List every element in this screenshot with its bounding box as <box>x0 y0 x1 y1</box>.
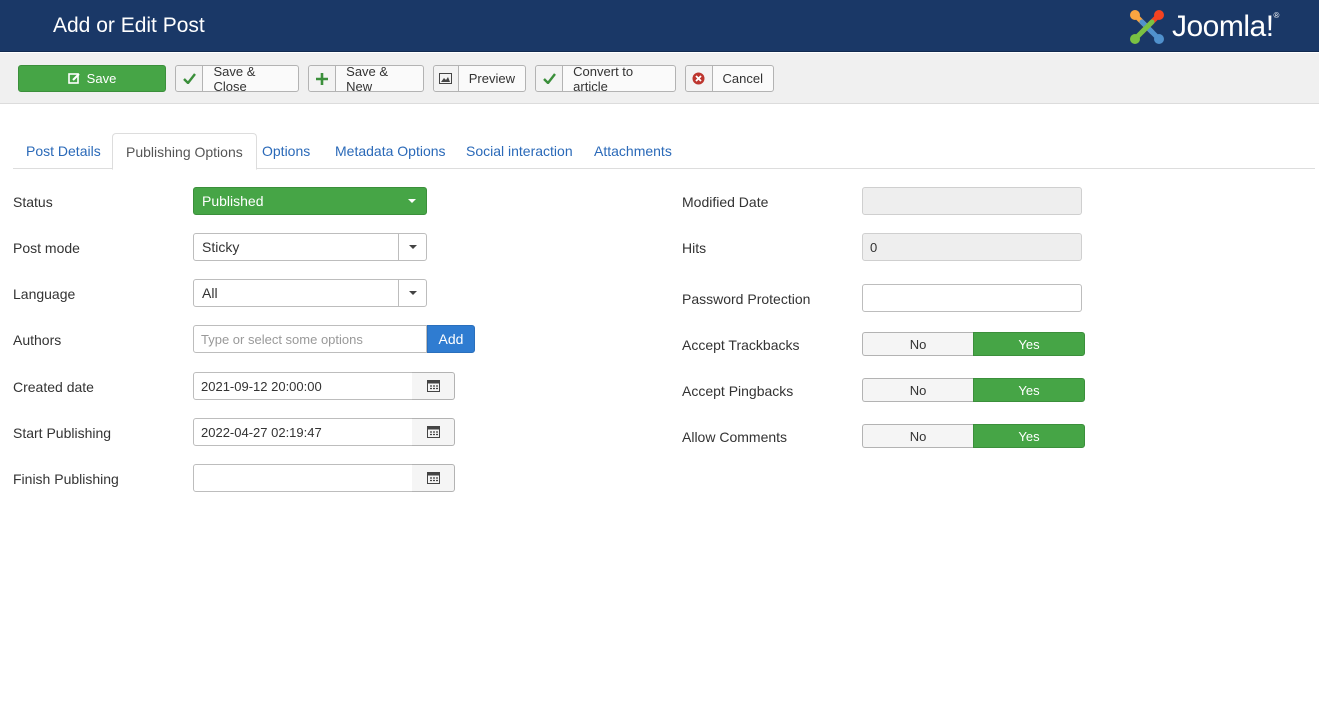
authors-input[interactable]: Type or select some options <box>193 325 427 353</box>
chevron-down-icon <box>398 188 426 214</box>
logo-registered-mark: ® <box>1273 10 1280 20</box>
pingbacks-no-option[interactable]: No <box>862 378 973 402</box>
tab-social-interaction[interactable]: Social interaction <box>453 133 586 169</box>
tab-publishing-options[interactable]: Publishing Options <box>112 133 257 170</box>
password-protection-label: Password Protection <box>682 291 811 307</box>
pingbacks-yes-option[interactable]: Yes <box>973 378 1085 402</box>
created-date-input[interactable]: 2021-09-12 20:00:00 <box>193 372 413 400</box>
save-new-button[interactable]: Save & New <box>308 63 424 94</box>
plus-icon <box>309 66 337 91</box>
finish-publishing-input[interactable] <box>193 464 413 492</box>
convert-label: Convert to article <box>573 63 634 94</box>
page-title: Add or Edit Post <box>53 14 205 37</box>
status-value: Published <box>202 193 264 209</box>
status-label: Status <box>13 194 53 210</box>
allow-comments-toggle: No Yes <box>862 424 1085 448</box>
accept-pingbacks-toggle: No Yes <box>862 378 1085 402</box>
modified-date-label: Modified Date <box>682 194 769 210</box>
tab-metadata-options[interactable]: Metadata Options <box>322 133 459 169</box>
preview-button[interactable]: Preview <box>433 65 526 92</box>
start-publishing-calendar-button[interactable] <box>412 418 455 446</box>
tab-bar: Post Details Publishing Options Options … <box>13 133 1315 170</box>
tab-post-details[interactable]: Post Details <box>13 133 114 169</box>
app-header: Add or Edit Post Joomla! ® <box>0 0 1319 52</box>
accept-trackbacks-toggle: No Yes <box>862 332 1085 356</box>
language-select[interactable]: All <box>193 279 427 307</box>
allow-comments-label: Allow Comments <box>682 429 788 445</box>
joomla-logo-icon <box>1130 10 1164 44</box>
calendar-icon <box>426 380 440 392</box>
authors-placeholder: Type or select some options <box>201 331 363 347</box>
created-date-label: Created date <box>13 379 94 395</box>
modified-date-field <box>862 187 1082 215</box>
trackbacks-no-option[interactable]: No <box>862 332 973 356</box>
created-date-calendar-button[interactable] <box>412 372 455 400</box>
password-protection-input[interactable] <box>862 284 1082 312</box>
calendar-icon <box>426 472 440 484</box>
toolbar: Save Save & Close Save & New Preview Con… <box>0 53 1319 104</box>
edit-icon <box>67 73 80 84</box>
logo-wordmark: Joomla! <box>1172 10 1274 43</box>
joomla-logo: Joomla! ® <box>1128 8 1279 46</box>
comments-yes-option[interactable]: Yes <box>973 424 1085 448</box>
chevron-down-icon <box>398 234 426 260</box>
hits-field: 0 <box>862 233 1082 261</box>
tab-attachments[interactable]: Attachments <box>581 133 685 169</box>
check-icon <box>176 66 204 91</box>
accept-trackbacks-label: Accept Trackbacks <box>682 337 800 353</box>
finish-publishing-label: Finish Publishing <box>13 471 119 487</box>
tab-options[interactable]: Options <box>249 133 323 169</box>
comments-no-option[interactable]: No <box>862 424 973 448</box>
start-publishing-label: Start Publishing <box>13 425 112 441</box>
cancel-button[interactable]: Cancel <box>685 65 774 92</box>
save-close-button[interactable]: Save & Close <box>175 63 299 94</box>
check-icon <box>536 66 564 91</box>
post-mode-select[interactable]: Sticky <box>193 233 427 261</box>
language-value: All <box>202 285 218 301</box>
calendar-icon <box>426 426 440 438</box>
finish-publishing-calendar-button[interactable] <box>412 464 455 492</box>
authors-label: Authors <box>13 332 62 348</box>
save-new-label: Save & New <box>346 63 389 94</box>
save-close-label: Save & Close <box>213 63 256 94</box>
start-publishing-value: 2022-04-27 02:19:47 <box>201 424 322 440</box>
hits-value: 0 <box>870 239 878 255</box>
trackbacks-yes-option[interactable]: Yes <box>973 332 1085 356</box>
save-button[interactable]: Save <box>18 65 166 92</box>
cancel-circle-icon <box>686 66 713 91</box>
save-label: Save <box>86 71 117 86</box>
post-mode-label: Post mode <box>13 240 80 256</box>
post-mode-value: Sticky <box>202 239 240 255</box>
chevron-down-icon <box>398 280 426 306</box>
image-icon <box>434 66 459 91</box>
start-publishing-input[interactable]: 2022-04-27 02:19:47 <box>193 418 413 446</box>
cancel-label: Cancel <box>722 71 763 86</box>
language-label: Language <box>13 286 76 302</box>
accept-pingbacks-label: Accept Pingbacks <box>682 383 794 399</box>
created-date-value: 2021-09-12 20:00:00 <box>201 378 322 394</box>
status-select[interactable]: Published <box>193 187 427 215</box>
convert-to-article-button[interactable]: Convert to article <box>535 63 676 94</box>
preview-label: Preview <box>468 71 515 86</box>
add-author-button[interactable]: Add <box>427 325 475 353</box>
hits-label: Hits <box>682 240 707 256</box>
